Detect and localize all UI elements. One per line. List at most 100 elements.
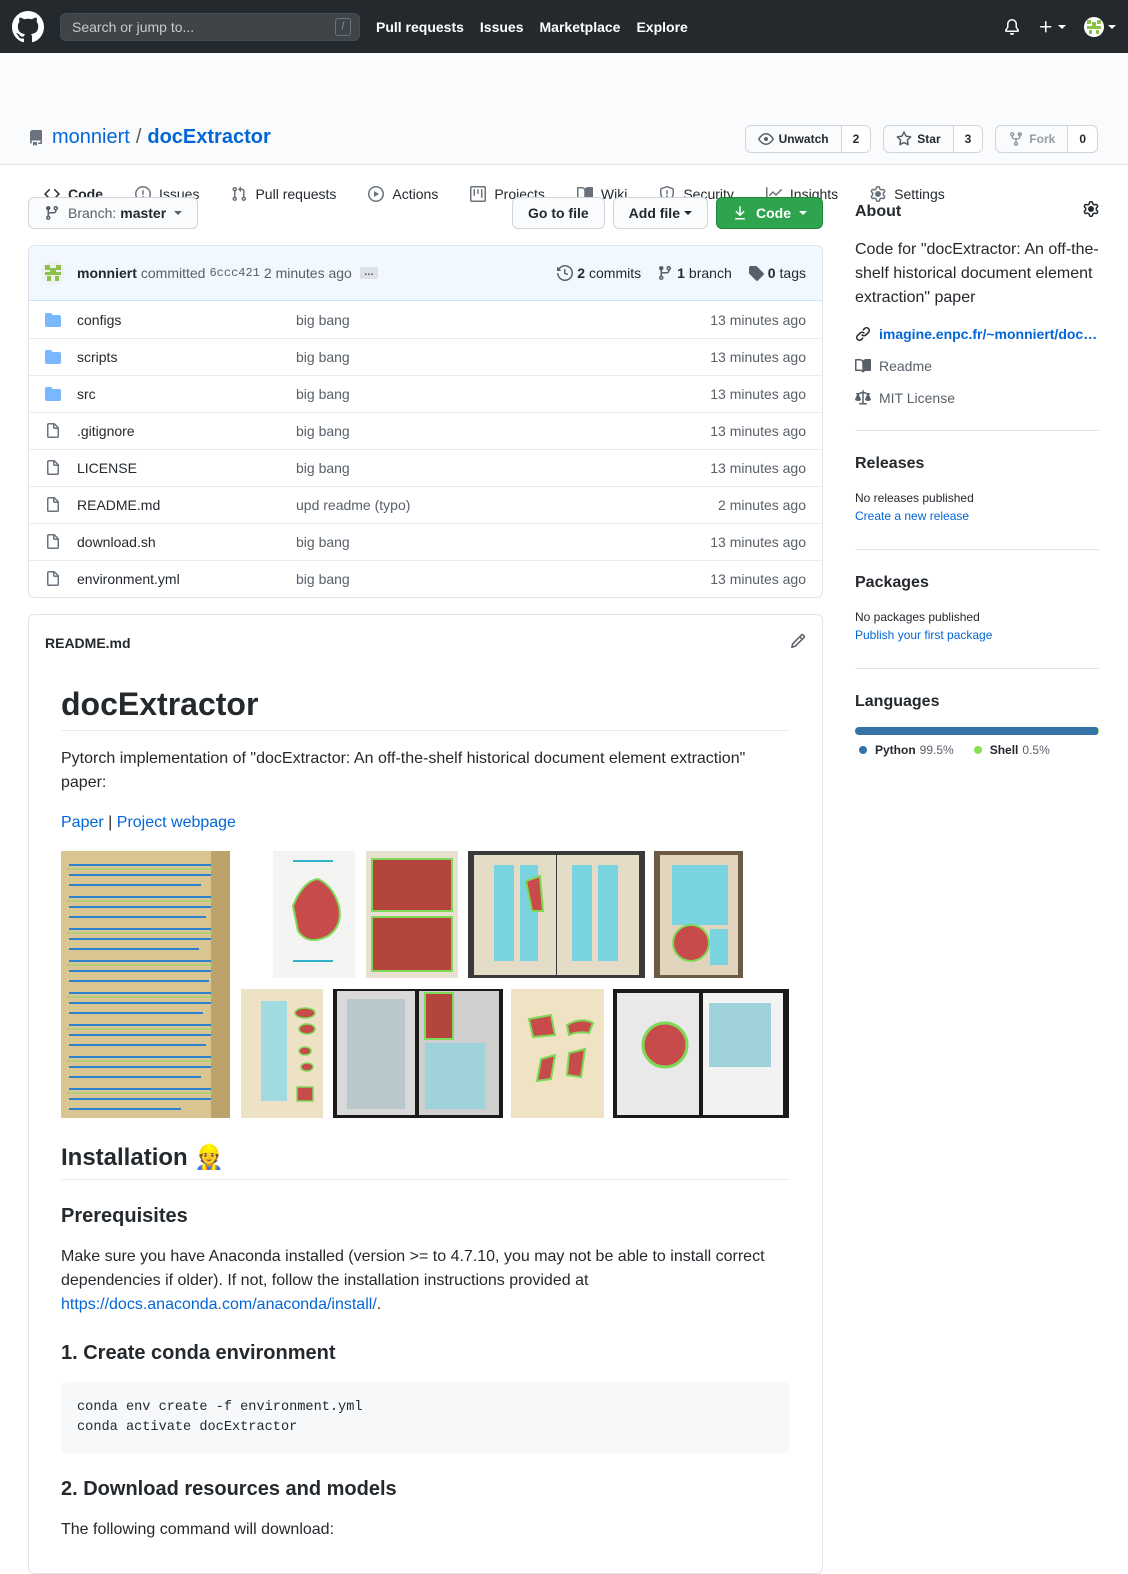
paper-link[interactable]: Paper — [61, 814, 104, 831]
global-header: Search or jump to... / Pull requests Iss… — [0, 0, 1128, 53]
commit-message-link[interactable]: big bang — [296, 423, 710, 439]
releases-empty-text: No releases published — [855, 491, 974, 505]
file-age: 13 minutes ago — [710, 311, 806, 328]
readme-content: docExtractor Pytorch implementation of "… — [29, 684, 822, 1542]
file-age: 13 minutes ago — [710, 571, 806, 587]
commit-message-expand-button[interactable]: … — [359, 267, 378, 279]
languages-heading: Languages — [855, 693, 940, 710]
table-row: src big bang 13 minutes ago — [29, 375, 822, 412]
license-row[interactable]: MIT License — [855, 390, 1099, 406]
step1-heading: 1. Create conda environment — [61, 1342, 336, 1364]
gear-icon[interactable] — [1083, 201, 1099, 222]
packages-empty-text: No packages published — [855, 610, 980, 624]
table-row: download.sh big bang 13 minutes ago — [29, 523, 822, 560]
fork-button[interactable]: Fork — [995, 125, 1069, 153]
nav-marketplace[interactable]: Marketplace — [540, 19, 621, 35]
nav-explore[interactable]: Explore — [636, 19, 687, 35]
publish-package-link[interactable]: Publish your first package — [855, 628, 992, 642]
about-section: About Code for "docExtractor: An off-the… — [855, 201, 1099, 430]
repo-name-link[interactable]: docExtractor — [147, 126, 270, 149]
readme-row[interactable]: Readme — [855, 358, 1099, 374]
branch-prefix: Branch: — [68, 205, 117, 221]
license-link[interactable]: MIT License — [879, 390, 955, 406]
file-name-link[interactable]: configs — [77, 312, 296, 328]
branch-icon — [45, 206, 58, 221]
commit-verb: committed — [140, 265, 206, 281]
website-row: imagine.enpc.fr/~monniert/docExtractor — [855, 326, 1099, 342]
commit-message-link[interactable]: big bang — [296, 349, 710, 365]
commit-message-link[interactable]: big bang — [296, 460, 710, 476]
repo-stats: 2 commits 1 branch 0 tags — [541, 265, 806, 281]
repo-owner-link[interactable]: monniert — [52, 126, 130, 149]
link-icon — [856, 327, 870, 341]
language-item-shell[interactable]: Shell 0.5% — [970, 743, 1050, 757]
stars-count[interactable]: 3 — [953, 125, 984, 153]
fork-label: Fork — [1029, 132, 1056, 146]
github-logo-icon[interactable] — [12, 10, 44, 43]
nav-pull-requests[interactable]: Pull requests — [376, 19, 464, 35]
file-name-link[interactable]: environment.yml — [77, 571, 296, 587]
branches-link[interactable]: 1 branch — [657, 265, 732, 281]
file-name-link[interactable]: scripts — [77, 349, 296, 365]
branch-select-button[interactable]: Branch: master — [28, 197, 199, 229]
commit-message-link[interactable]: big bang — [296, 571, 710, 587]
project-webpage-link[interactable]: Project webpage — [117, 814, 236, 831]
file-age: 13 minutes ago — [710, 460, 806, 476]
download-icon — [735, 206, 745, 220]
folder-icon — [45, 349, 61, 365]
language-item-python[interactable]: Python 99.5% — [855, 743, 954, 757]
releases-section: Releases No releases published Create a … — [855, 430, 1099, 549]
pencil-icon[interactable] — [790, 633, 806, 652]
anaconda-install-link[interactable]: https://docs.anaconda.com/anaconda/insta… — [61, 1296, 377, 1313]
file-name-link[interactable]: src — [77, 386, 296, 402]
user-avatar-menu[interactable] — [1084, 16, 1116, 37]
document-page-image — [61, 851, 230, 1118]
create-new-plus-icon[interactable] — [1038, 19, 1066, 35]
bell-icon[interactable] — [1004, 18, 1020, 35]
file-icon — [45, 534, 61, 550]
table-row: LICENSE big bang 13 minutes ago — [29, 449, 822, 486]
avatar — [1084, 16, 1104, 37]
forks-count[interactable]: 0 — [1068, 125, 1098, 153]
file-name-link[interactable]: .gitignore — [77, 423, 296, 439]
readme-links: Paper | Project webpage — [61, 814, 236, 831]
repo-actions: Unwatch 2 Star 3 Fork 0 — [733, 125, 1098, 153]
document-page-image — [273, 851, 355, 978]
file-age: 13 minutes ago — [710, 423, 806, 439]
star-button[interactable]: Star — [883, 125, 954, 153]
branch-name: master — [120, 205, 167, 221]
add-file-button[interactable]: Add file — [612, 197, 708, 229]
tags-link[interactable]: 0 tags — [748, 265, 806, 281]
go-to-file-button[interactable]: Go to file — [511, 197, 605, 229]
nav-issues[interactable]: Issues — [480, 19, 524, 35]
commit-message-link[interactable]: big bang — [296, 386, 710, 402]
language-bar-segment-python — [855, 727, 1098, 735]
readme-link[interactable]: Readme — [879, 358, 932, 374]
commit-message-link[interactable]: big bang — [296, 312, 710, 328]
commits-link[interactable]: 2 commits — [557, 265, 641, 281]
latest-commit-bar: monniert committed 6ccc421 2 minutes ago… — [29, 246, 822, 301]
file-age: 2 minutes ago — [718, 497, 806, 513]
file-name-link[interactable]: LICENSE — [77, 460, 296, 476]
file-name-link[interactable]: download.sh — [77, 534, 296, 550]
commit-sha-link[interactable]: 6ccc421 — [209, 266, 259, 280]
create-release-link[interactable]: Create a new release — [855, 509, 969, 523]
commit-message-link[interactable]: upd readme (typo) — [296, 497, 718, 513]
code-download-button[interactable]: Code — [716, 197, 823, 229]
avatar[interactable] — [41, 261, 65, 285]
file-name-link[interactable]: README.md — [77, 497, 296, 513]
website-link[interactable]: imagine.enpc.fr/~monniert/docExtractor — [879, 326, 1099, 342]
branch-icon — [659, 266, 672, 281]
watchers-count[interactable]: 2 — [841, 125, 872, 153]
document-page-image — [654, 851, 743, 978]
repo-title-separator: / — [135, 126, 142, 148]
commit-message-link[interactable]: big bang — [296, 534, 710, 550]
about-heading: About — [855, 201, 1099, 222]
search-input[interactable]: Search or jump to... / — [60, 12, 360, 41]
folder-icon — [45, 312, 61, 328]
teaser-image[interactable] — [61, 851, 789, 1119]
readme-panel: README.md docExtractor Pytorch implement… — [28, 614, 823, 1574]
file-age: 13 minutes ago — [710, 386, 806, 402]
commit-author-link[interactable]: monniert — [77, 265, 137, 281]
unwatch-button[interactable]: Unwatch — [744, 125, 842, 153]
